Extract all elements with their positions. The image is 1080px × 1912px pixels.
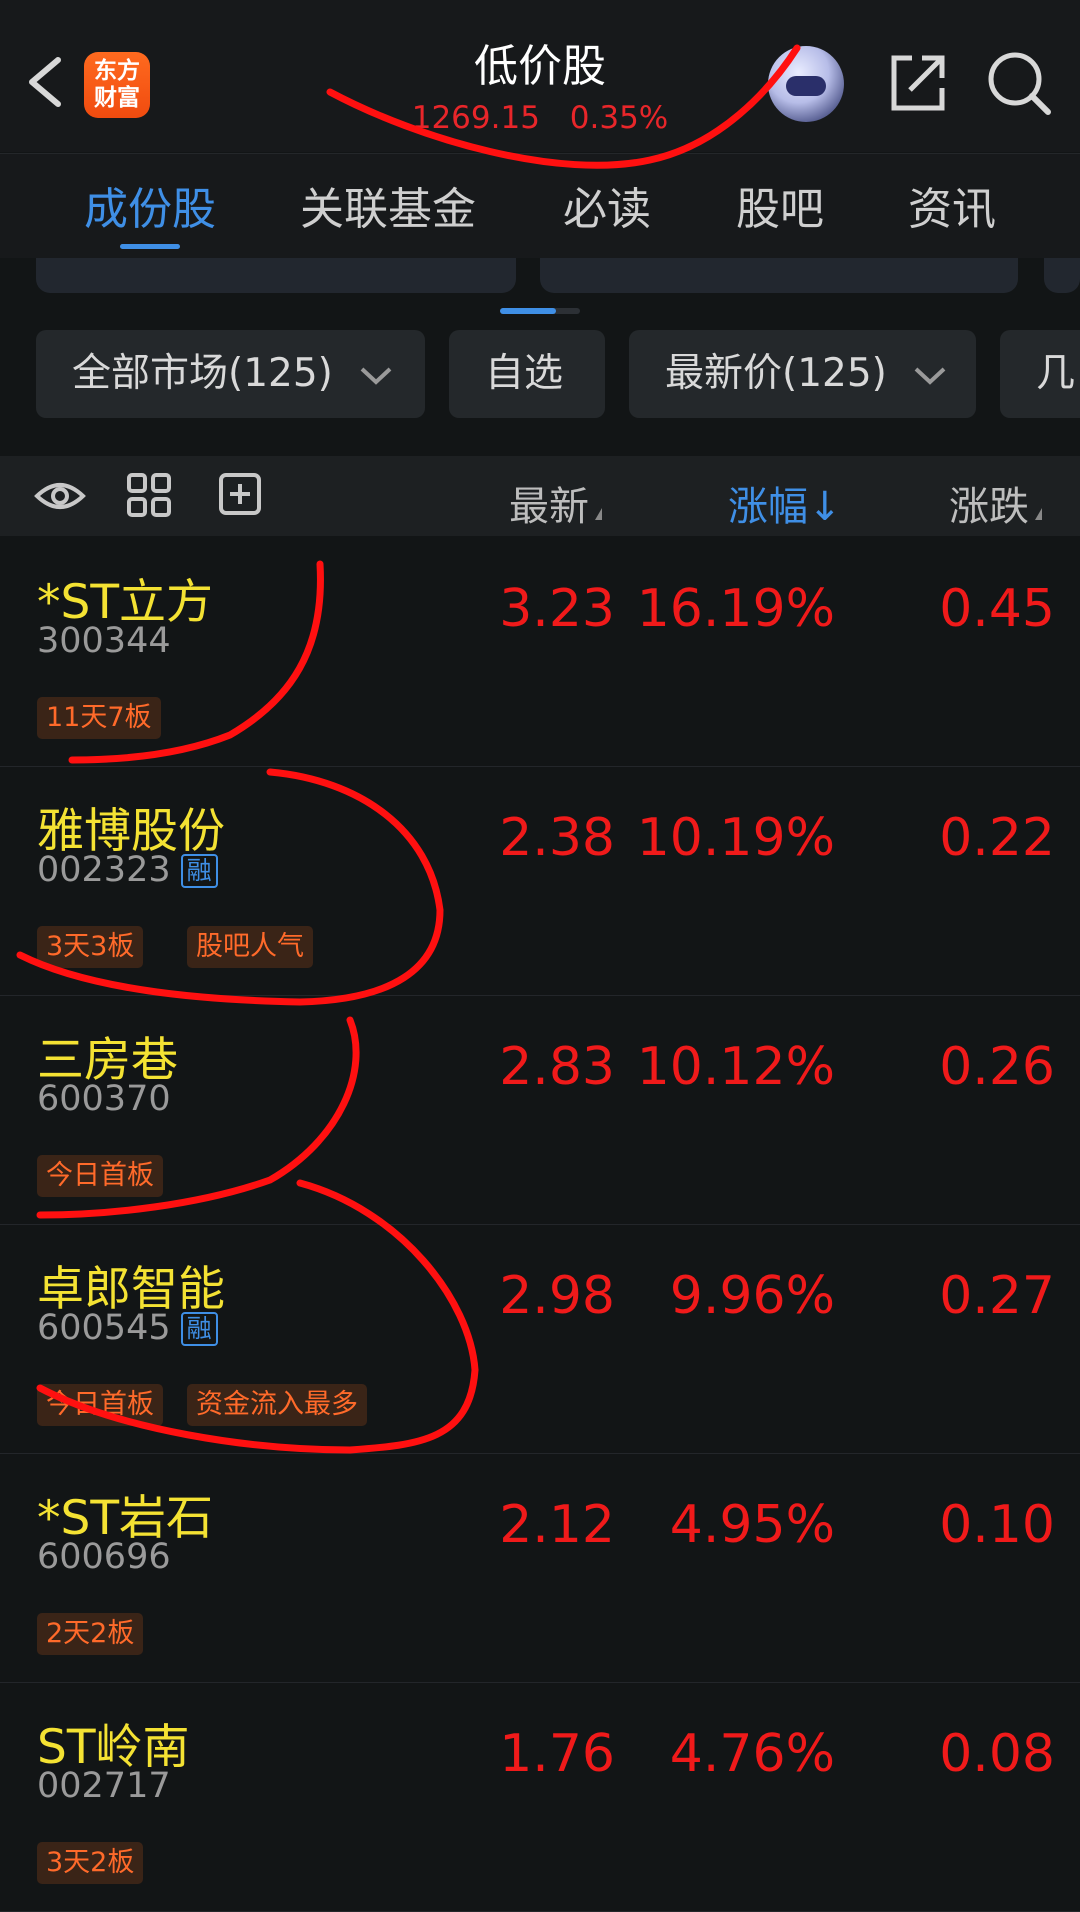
tab-must-read[interactable]: 必读	[563, 173, 651, 237]
margin-trading-badge: 融	[180, 854, 218, 888]
stock-tag: 今日首板	[37, 1155, 163, 1197]
stock-tag: 3天2板	[37, 1842, 144, 1884]
assistant-robot-icon[interactable]	[768, 46, 844, 122]
sort-triangle-icon	[1035, 508, 1042, 520]
stock-code: 002323 融	[37, 850, 218, 890]
change-value: 0.45	[939, 579, 1055, 639]
add-column-button[interactable]	[218, 472, 262, 520]
carousel-card[interactable]	[1044, 258, 1080, 293]
stock-code-value: 300344	[37, 621, 171, 661]
stock-row[interactable]: 三房巷 600370 今日首板 2.83 10.12% 0.26	[0, 995, 1080, 1225]
stock-code-value: 002323	[37, 850, 171, 890]
change-pct-value: 10.19%	[636, 808, 835, 868]
index-change: 0.35%	[569, 100, 669, 136]
price-value: 1.76	[499, 1724, 615, 1784]
column-latest-label: 最新	[509, 484, 589, 530]
change-pct-value: 4.95%	[669, 1495, 835, 1555]
change-value: 0.26	[939, 1037, 1055, 1097]
stock-code-value: 600696	[37, 1537, 171, 1577]
change-pct-value: 10.12%	[636, 1037, 835, 1097]
change-value: 0.10	[939, 1495, 1055, 1555]
chevron-down-icon	[914, 367, 946, 385]
share-button[interactable]	[882, 48, 952, 118]
tab-forum[interactable]: 股吧	[736, 173, 824, 237]
more-filter[interactable]: 几	[1000, 330, 1080, 418]
price-filter-label: 最新价(125)	[665, 351, 887, 396]
stock-tag: 11天7板	[37, 697, 161, 739]
price-value: 3.23	[499, 579, 615, 639]
margin-trading-badge: 融	[180, 1312, 218, 1346]
stock-tag: 股吧人气	[187, 926, 313, 968]
tab-active-indicator	[120, 244, 180, 249]
stock-code: 600696	[37, 1537, 171, 1577]
stock-row[interactable]: ST岭南 002717 3天2板 1.76 4.76% 0.08	[0, 1682, 1080, 1912]
price-value: 2.12	[499, 1495, 615, 1555]
watchlist-filter[interactable]: 自选	[449, 330, 605, 418]
stock-tag: 2天2板	[37, 1613, 144, 1655]
index-value: 1269.15	[411, 100, 540, 136]
market-filter-label: 全部市场(125)	[72, 351, 333, 396]
tab-related-funds[interactable]: 关联基金	[300, 173, 476, 237]
stock-code: 002717	[37, 1766, 171, 1806]
price-value: 2.98	[499, 1266, 615, 1326]
column-change-pct-label: 涨幅	[728, 484, 808, 530]
column-change[interactable]: 涨跌	[949, 474, 1042, 532]
stock-tag: 今日首板	[37, 1384, 163, 1426]
stock-code: 600545 融	[37, 1308, 218, 1348]
sort-triangle-icon	[595, 508, 602, 520]
price-value: 2.38	[499, 808, 615, 868]
change-value: 0.27	[939, 1266, 1055, 1326]
plus-square-icon	[219, 473, 261, 515]
column-change-pct[interactable]: 涨幅↓	[728, 474, 842, 532]
more-filter-label: 几	[1036, 351, 1076, 396]
stock-code-value: 002717	[37, 1766, 171, 1806]
stock-code-value: 600370	[37, 1079, 171, 1119]
stock-code: 300344	[37, 621, 171, 661]
change-value: 0.08	[939, 1724, 1055, 1784]
change-value: 0.22	[939, 808, 1055, 868]
change-pct-value: 16.19%	[636, 579, 835, 639]
stock-tag: 资金流入最多	[187, 1384, 367, 1426]
carousel-pager-active	[500, 308, 556, 314]
eye-toggle[interactable]	[34, 474, 86, 522]
price-value: 2.83	[499, 1037, 615, 1097]
eye-icon	[34, 483, 86, 509]
change-pct-value: 4.76%	[669, 1724, 835, 1784]
carousel-card[interactable]	[540, 258, 1018, 293]
share-icon	[891, 55, 945, 111]
search-button[interactable]	[984, 48, 1054, 118]
change-pct-value: 9.96%	[669, 1266, 835, 1326]
market-filter[interactable]: 全部市场(125)	[36, 330, 425, 418]
grid-icon	[127, 473, 171, 517]
watchlist-filter-label: 自选	[485, 351, 564, 396]
stock-row[interactable]: 卓郎智能 600545 融今日首板 资金流入最多 2.98 9.96% 0.27	[0, 1224, 1080, 1454]
stock-row[interactable]: 雅博股份 002323 融 3天3板 股吧人气 2.38 10.19% 0.22	[0, 766, 1080, 996]
stock-row[interactable]: *ST立方 300344 11天7板 3.23 16.19% 0.45	[0, 537, 1080, 767]
price-filter[interactable]: 最新价(125)	[629, 330, 976, 418]
carousel-card[interactable]	[36, 258, 516, 293]
tab-constituents[interactable]: 成份股	[84, 173, 216, 237]
column-change-label: 涨跌	[949, 484, 1029, 530]
stock-code-value: 600545	[37, 1308, 171, 1348]
stock-tag: 3天3板	[37, 926, 144, 968]
stock-code: 600370	[37, 1079, 171, 1119]
search-icon	[988, 52, 1051, 115]
stock-row[interactable]: *ST岩石 600696 2天2板 2.12 4.95% 0.10	[0, 1453, 1080, 1683]
chevron-down-icon	[360, 367, 392, 385]
grid-view-button[interactable]	[126, 472, 172, 522]
sort-down-arrow-icon: ↓	[808, 484, 842, 530]
column-latest[interactable]: 最新	[509, 474, 602, 532]
tab-news[interactable]: 资讯	[908, 173, 996, 237]
